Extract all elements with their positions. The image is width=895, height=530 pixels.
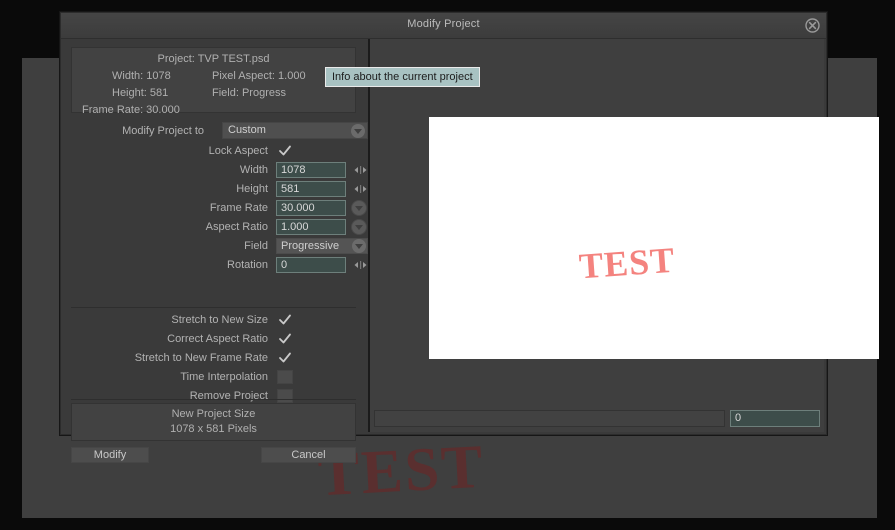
close-icon[interactable] [805, 18, 820, 33]
new-project-size-value: 1078 x 581 Pixels [170, 423, 257, 435]
width-left-right-arrows-icon[interactable] [351, 163, 371, 177]
dialog-button-bar: Modify Cancel [71, 447, 356, 463]
dialog-titlebar[interactable]: Modify Project [61, 13, 826, 39]
height-left-right-arrows-icon[interactable] [351, 182, 371, 196]
row-aspect-ratio: Aspect Ratio 1.000 [71, 218, 367, 237]
aspect-ratio-input[interactable]: 1.000 [276, 219, 346, 235]
height-input[interactable]: 581 [276, 181, 346, 197]
info-frame-rate: Frame Rate: 30.000 [82, 104, 180, 116]
new-project-size-panel: New Project Size 1078 x 581 Pixels [71, 403, 356, 441]
timeline-strip: 0 [374, 410, 820, 427]
frame-rate-chevron-down-icon[interactable] [351, 200, 367, 216]
project-settings-form: Modify Project to Custom Lock Aspect Wid… [71, 121, 368, 275]
modify-project-to-dropdown[interactable]: Custom [222, 122, 368, 139]
row-field: Field Progressive [71, 237, 368, 256]
row-height: Height 581 [71, 180, 367, 199]
correct-aspect-ratio-checkmark-icon[interactable] [277, 332, 293, 346]
label-stretch-to-new-size: Stretch to New Size [171, 314, 268, 326]
row-modify-project-to: Modify Project to Custom [71, 121, 368, 142]
stretch-to-new-frame-rate-checkmark-icon[interactable] [277, 351, 293, 365]
field-value: Progressive [281, 240, 340, 252]
label-time-interpolation: Time Interpolation [180, 371, 268, 383]
rotation-left-right-arrows-icon[interactable] [351, 258, 371, 272]
row-width: Width 1078 [71, 161, 367, 180]
row-time-interpolation: Time Interpolation [71, 368, 356, 387]
row-correct-aspect-ratio: Correct Aspect Ratio [71, 330, 356, 349]
settings-divider-top [71, 307, 356, 308]
aspect-ratio-chevron-down-icon[interactable] [351, 219, 367, 235]
row-frame-rate: Frame Rate 30.000 [71, 199, 367, 218]
preview-canvas[interactable]: TEST [429, 117, 879, 359]
label-stretch-to-new-frame-rate: Stretch to New Frame Rate [134, 352, 268, 364]
dialog-title: Modify Project [407, 18, 480, 30]
field-dropdown[interactable]: Progressive [276, 238, 368, 254]
settings-divider-bottom [71, 399, 356, 400]
time-interpolation-empty-checkbox-icon[interactable] [277, 370, 293, 384]
row-stretch-to-new-frame-rate: Stretch to New Frame Rate [71, 349, 356, 368]
row-stretch-to-new-size: Stretch to New Size [71, 311, 356, 330]
project-options-group: Stretch to New Size Correct Aspect Ratio… [71, 311, 356, 406]
chevron-down-icon[interactable] [351, 124, 365, 138]
project-info-panel: Project: TVP TEST.psd Width: 1078 Pixel … [71, 47, 356, 116]
remove-project-empty-checkbox-icon[interactable] [277, 389, 293, 403]
cancel-button[interactable]: Cancel [261, 447, 356, 463]
background-artwork-text: TEST [316, 432, 487, 510]
frame-number-input[interactable]: 0 [730, 410, 820, 427]
tooltip: Info about the current project [325, 67, 480, 87]
rotation-input[interactable]: 0 [276, 257, 346, 273]
row-lock-aspect: Lock Aspect [71, 142, 356, 161]
stretch-to-new-size-checkmark-icon[interactable] [277, 313, 293, 327]
preview-column: TEST 0 [370, 39, 879, 432]
info-height: Height: 581 [112, 87, 169, 99]
modify-project-to-value: Custom [228, 124, 266, 136]
info-width: Width: 1078 [112, 70, 171, 82]
modify-button[interactable]: Modify [71, 447, 149, 463]
label-lock-aspect: Lock Aspect [208, 145, 268, 157]
width-input[interactable]: 1078 [276, 162, 346, 178]
lock-aspect-checkmark-icon[interactable] [277, 144, 293, 158]
new-project-size-title: New Project Size [171, 408, 256, 420]
info-field: Field: Progress [212, 87, 286, 99]
row-rotation: Rotation 0 [71, 256, 367, 275]
info-pixel-aspect: Pixel Aspect: 1.000 [212, 70, 306, 82]
info-project-name: Project: TVP TEST.psd [157, 53, 270, 65]
field-chevron-down-icon[interactable] [352, 239, 366, 253]
frame-rate-input[interactable]: 30.000 [276, 200, 346, 216]
dialog-body: Project: TVP TEST.psd Width: 1078 Pixel … [61, 39, 879, 463]
settings-column: Project: TVP TEST.psd Width: 1078 Pixel … [63, 39, 370, 463]
label-correct-aspect-ratio: Correct Aspect Ratio [167, 333, 268, 345]
canvas-artwork-text: TEST [577, 239, 677, 287]
timeline-track[interactable] [374, 410, 725, 427]
